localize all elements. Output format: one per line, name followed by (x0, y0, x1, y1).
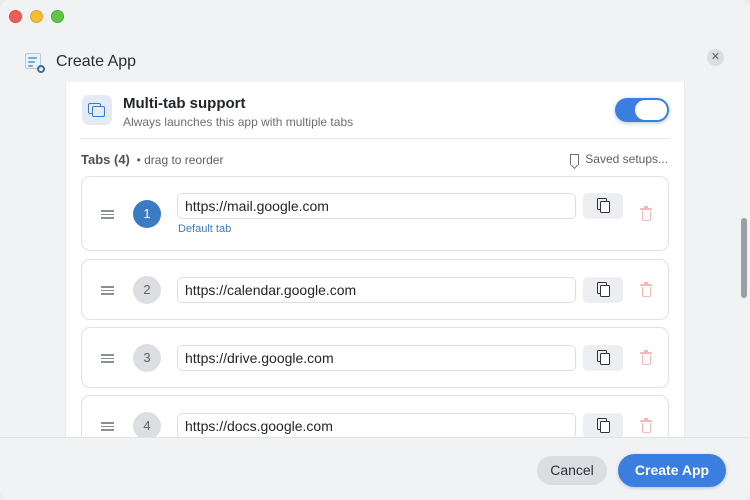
zoom-window-button[interactable] (51, 10, 64, 23)
drag-hint: • drag to reorder (136, 153, 224, 167)
scrollbar-thumb[interactable] (741, 218, 747, 298)
drag-handle-icon[interactable] (101, 422, 114, 431)
tab-url-input[interactable] (177, 193, 576, 219)
window-controls (9, 10, 64, 23)
dialog-footer: Cancel Create App (0, 437, 750, 500)
create-app-button[interactable]: Create App (618, 454, 726, 487)
tab-number-badge: 2 (133, 276, 161, 304)
trash-icon[interactable] (640, 206, 652, 221)
dialog-title: Create App (56, 53, 137, 70)
tabs-count-label: Tabs (4) (81, 152, 130, 167)
tab-url-input[interactable] (177, 277, 576, 303)
trash-icon[interactable] (640, 350, 652, 365)
close-icon[interactable]: ✕ (707, 49, 724, 66)
duplicate-tab-button[interactable] (583, 413, 623, 438)
trash-icon[interactable] (640, 418, 652, 433)
trash-icon[interactable] (640, 282, 652, 297)
tab-number-badge: 3 (133, 344, 161, 372)
multi-tab-title: Multi-tab support (123, 95, 246, 112)
saved-setups-label: Saved setups... (585, 152, 668, 166)
saved-setups-button[interactable]: Saved setups... (570, 152, 668, 166)
create-app-window: Create App ✕ Multi-tab support Always la… (0, 0, 750, 500)
dialog-header: Create App ✕ (0, 42, 750, 82)
close-window-button[interactable] (9, 10, 22, 23)
drag-handle-icon[interactable] (101, 354, 114, 363)
minimize-window-button[interactable] (30, 10, 43, 23)
bookmark-icon (570, 153, 580, 165)
cancel-button[interactable]: Cancel (537, 456, 607, 485)
tab-card-1: 1 Default tab (81, 176, 669, 251)
tab-card-3: 3 (81, 327, 669, 388)
multi-tab-icon (82, 95, 112, 125)
toggle-knob (635, 100, 667, 120)
drag-handle-icon[interactable] (101, 210, 114, 219)
drag-handle-icon[interactable] (101, 286, 114, 295)
multi-tab-row: Multi-tab support Always launches this a… (82, 90, 670, 140)
tab-card-4: 4 (81, 395, 669, 438)
duplicate-tab-button[interactable] (583, 193, 623, 219)
tab-number-badge: 4 (133, 412, 161, 438)
tabs-header: Tabs (4) • drag to reorder (81, 152, 223, 167)
tab-url-input[interactable] (177, 345, 576, 371)
dialog-content: Multi-tab support Always launches this a… (0, 82, 750, 438)
app-icon (24, 51, 46, 73)
section-divider (80, 138, 670, 139)
default-tab-label[interactable]: Default tab (178, 223, 231, 235)
multi-tab-subtitle: Always launches this app with multiple t… (123, 115, 354, 129)
duplicate-tab-button[interactable] (583, 277, 623, 303)
tab-number-badge: 1 (133, 200, 161, 228)
tab-card-2: 2 (81, 259, 669, 320)
multi-tab-toggle[interactable] (615, 98, 669, 122)
tab-url-input[interactable] (177, 413, 576, 438)
duplicate-tab-button[interactable] (583, 345, 623, 371)
